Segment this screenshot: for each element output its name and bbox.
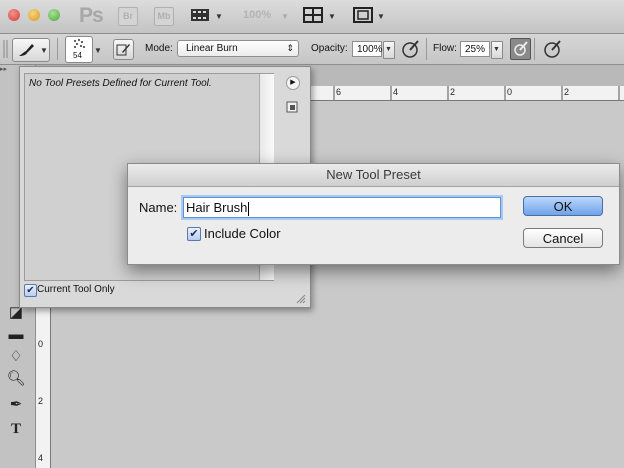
screen-mode-icon — [353, 7, 373, 23]
resize-grip-icon — [296, 294, 306, 304]
flow-label: Flow: — [433, 43, 457, 54]
current-tool-only-checkbox[interactable]: ✔ — [24, 284, 37, 297]
text-cursor — [248, 201, 250, 216]
tool-options-bar: ▼ 54 ▼ Mode: Linear Burn ⇕ Opacity: 100%… — [0, 34, 624, 65]
pen-pressure-icon — [544, 40, 561, 58]
arrange-documents-button[interactable] — [303, 7, 323, 23]
ruler-label: 2 — [38, 396, 44, 406]
create-new-preset-button[interactable] — [286, 101, 298, 113]
chevron-down-icon: ▼ — [281, 12, 289, 21]
zoom-window-button[interactable] — [48, 9, 60, 21]
panel-menu-button[interactable]: ▶ — [286, 76, 300, 90]
flow-slider-toggle[interactable]: ▼ — [491, 41, 503, 59]
brush-preset-picker[interactable]: 54 — [65, 36, 93, 63]
blur-tool-icon[interactable]: ♢ — [5, 347, 27, 367]
blend-mode-select[interactable]: Linear Burn ⇕ — [177, 40, 299, 57]
brush-size-value: 54 — [73, 51, 82, 60]
divider — [534, 38, 535, 60]
chevron-down-icon: ▼ — [40, 46, 48, 55]
chevron-down-icon: ▼ — [493, 46, 500, 53]
film-icon — [191, 9, 209, 21]
airbrush-toggle-button[interactable] — [510, 38, 531, 60]
current-tool-only-label: Current Tool Only — [37, 284, 115, 295]
divider — [57, 38, 58, 60]
chevron-down-icon: ▼ — [385, 46, 392, 53]
chevron-down-icon: ▼ — [215, 12, 223, 21]
collapse-double-arrow-icon[interactable]: ▸▸ — [0, 65, 14, 75]
mode-label: Mode: — [145, 43, 173, 54]
view-extras-button[interactable] — [190, 7, 210, 23]
ruler-label: 4 — [38, 453, 44, 463]
close-window-button[interactable] — [8, 9, 20, 21]
panel-resize-grip[interactable] — [296, 293, 306, 304]
launch-bridge-button[interactable]: Br — [118, 7, 138, 26]
empty-presets-message: No Tool Presets Defined for Current Tool… — [29, 78, 212, 89]
photoshop-logo: Ps — [79, 4, 104, 27]
include-color-label: Include Color — [204, 226, 281, 241]
include-color-checkbox[interactable]: ✔ — [187, 227, 201, 241]
tool-preset-picker[interactable]: ▼ — [12, 38, 50, 62]
checkmark-icon: ✔ — [26, 285, 35, 296]
divider — [426, 38, 427, 60]
chevron-down-icon: ▼ — [377, 12, 385, 21]
preset-name-input[interactable]: Hair Brush — [183, 197, 501, 218]
launch-mini-bridge-button[interactable]: Mb — [154, 7, 174, 26]
new-preset-icon — [286, 101, 298, 113]
type-tool-icon[interactable]: T — [5, 419, 27, 439]
preset-name-value: Hair Brush — [186, 200, 248, 215]
brush-icon — [19, 44, 34, 56]
up-down-arrows-icon: ⇕ — [286, 43, 294, 53]
pressure-size-button[interactable] — [542, 39, 562, 59]
checkmark-icon: ✔ — [189, 228, 199, 240]
opacity-label: Opacity: — [311, 43, 348, 54]
ok-button[interactable]: OK — [523, 196, 603, 216]
play-arrow-icon: ▶ — [290, 79, 296, 86]
cancel-button[interactable]: Cancel — [523, 228, 603, 248]
new-tool-preset-dialog: New Tool Preset Name: Hair Brush ✔ Inclu… — [127, 163, 620, 265]
gradient-tool-icon[interactable]: ▬ — [5, 325, 27, 345]
minimize-window-button[interactable] — [28, 9, 40, 21]
chevron-down-icon: ▼ — [94, 46, 102, 55]
pen-tool-icon[interactable]: ✒ — [5, 395, 27, 415]
screen-mode-button[interactable] — [353, 7, 373, 23]
ruler-label: 0 — [38, 339, 44, 349]
brush-panel-icon — [116, 44, 130, 56]
application-bar: Ps Br Mb ▼ 100% ▼ ▼ ▼ — [0, 0, 624, 34]
pen-pressure-icon — [402, 40, 419, 58]
pressure-opacity-button[interactable] — [400, 39, 420, 59]
dialog-title: New Tool Preset — [128, 164, 619, 187]
chevron-down-icon: ▼ — [328, 12, 336, 21]
layout-grid-icon — [303, 7, 323, 23]
toggle-brush-panel-button[interactable] — [113, 39, 134, 60]
options-gripper — [2, 38, 10, 60]
zoom-level[interactable]: 100% — [243, 9, 271, 21]
name-label: Name: — [139, 200, 178, 215]
airbrush-icon — [514, 41, 528, 56]
flow-field[interactable]: 25% — [460, 41, 490, 57]
opacity-slider-toggle[interactable]: ▼ — [383, 41, 395, 59]
brush-tip-icon — [74, 39, 85, 48]
opacity-field[interactable]: 100% — [352, 41, 383, 57]
blend-mode-value: Linear Burn — [186, 43, 238, 54]
dodge-tool-icon[interactable]: 🔍︎ — [5, 369, 27, 389]
